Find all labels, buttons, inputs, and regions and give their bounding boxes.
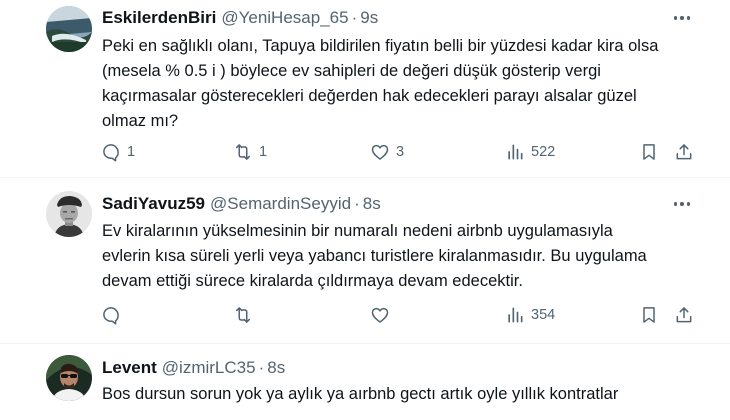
views-button[interactable]: 354 — [505, 303, 555, 327]
reply-count: 1 — [127, 144, 136, 160]
tweet-actions: 1 1 3 522 — [0, 140, 730, 164]
share-icon — [676, 307, 692, 323]
separator-dot: · — [351, 8, 358, 27]
user-handle[interactable]: @SemardinSeyyid — [210, 194, 351, 214]
man-avatar-image — [46, 355, 92, 401]
timestamp[interactable]: 8s — [267, 358, 285, 378]
tweet-header: EskilerdenBiri @YeniHesap_65 · 9s — [102, 7, 378, 29]
tweet-header: SadiYavuz59 @SemardinSeyyid · 8s — [102, 193, 381, 215]
tweet[interactable]: EskilerdenBiri @YeniHesap_65 · 9s Peki e… — [0, 0, 730, 178]
bookmark-icon — [643, 144, 655, 160]
user-handle[interactable]: @izmirLC35 — [162, 358, 256, 378]
tweet[interactable]: SadiYavuz59 @SemardinSeyyid · 8s Ev kira… — [0, 178, 730, 344]
retweet-icon — [236, 144, 250, 160]
bookmark-icon — [643, 307, 655, 323]
retweet-icon — [236, 307, 250, 323]
like-button[interactable] — [370, 303, 396, 327]
display-name[interactable]: SadiYavuz59 — [102, 194, 205, 214]
bookmark-button[interactable] — [639, 140, 659, 164]
share-button[interactable] — [674, 303, 694, 327]
heart-icon — [371, 307, 389, 323]
views-chart-icon — [508, 144, 523, 160]
reply-button[interactable]: 1 — [101, 140, 135, 164]
reply-icon — [103, 307, 119, 325]
view-count: 354 — [531, 307, 556, 323]
tweet-text-line: Peki en sağlıklı olanı, Tapuya bildirile… — [102, 37, 659, 55]
share-button[interactable] — [674, 140, 694, 164]
heart-icon — [371, 144, 389, 160]
more-options-icon[interactable] — [672, 8, 692, 28]
bookmark-button[interactable] — [639, 303, 659, 327]
tweet-text: Ev kiralarının yükselmesinin bir numaral… — [102, 219, 702, 294]
more-options-icon[interactable] — [672, 194, 692, 214]
tweet-text: Peki en sağlıklı olanı, Tapuya bildirile… — [102, 34, 702, 134]
tweet[interactable]: Levent @izmirLC35 · 8s Bos dursun sorun … — [0, 344, 730, 420]
reply-button[interactable] — [101, 303, 127, 327]
tweet-text-line: olmaz mı? — [102, 112, 179, 130]
views-chart-icon — [508, 307, 523, 323]
tweet-text-line: evlerin kısa süreli yerli veya yabancı t… — [102, 247, 647, 265]
tweet-text-line: devam ettiği sürece kiralarda çıldırmaya… — [102, 272, 523, 290]
user-handle[interactable]: @YeniHesap_65 — [221, 8, 348, 28]
separator-dot: · — [354, 194, 360, 213]
tweet-header: Levent @izmirLC35 · 8s — [102, 357, 285, 379]
avatar[interactable] — [46, 191, 92, 237]
like-button[interactable]: 3 — [370, 140, 404, 164]
tweet-text-line: Ev kiralarının yükselmesinin bir numaral… — [102, 222, 613, 240]
retweet-count: 1 — [259, 144, 268, 160]
avatar[interactable] — [46, 355, 92, 401]
tweet-actions: 354 — [0, 303, 730, 327]
retweet-button[interactable] — [233, 303, 259, 327]
display-name[interactable]: EskilerdenBiri — [102, 8, 216, 28]
view-count: 522 — [531, 144, 556, 160]
separator-dot: · — [258, 358, 265, 377]
landscape-avatar-image — [46, 6, 92, 52]
reply-icon — [103, 144, 119, 162]
tweet-text: Bos dursun sorun yok ya aylık ya aırbnb … — [102, 382, 702, 407]
views-button[interactable]: 522 — [505, 140, 555, 164]
timestamp[interactable]: 9s — [360, 8, 378, 28]
like-count: 3 — [396, 144, 405, 160]
avatar[interactable] — [46, 6, 92, 52]
tweet-text-line: kaçırmasalar gösterecekleri değerden hak… — [102, 87, 637, 105]
retweet-button[interactable]: 1 — [233, 140, 267, 164]
tweet-text-line: Bos dursun sorun yok ya aylık ya aırbnb … — [102, 385, 619, 403]
display-name[interactable]: Levent — [102, 358, 157, 378]
soldier-avatar-image — [46, 191, 92, 237]
share-icon — [676, 144, 692, 160]
tweet-text-line: (mesela % 0.5 i ) böylece ev sahipleri d… — [102, 62, 601, 80]
timestamp[interactable]: 8s — [363, 194, 381, 214]
tweet-feed: EskilerdenBiri @YeniHesap_65 · 9s Peki e… — [0, 0, 730, 420]
